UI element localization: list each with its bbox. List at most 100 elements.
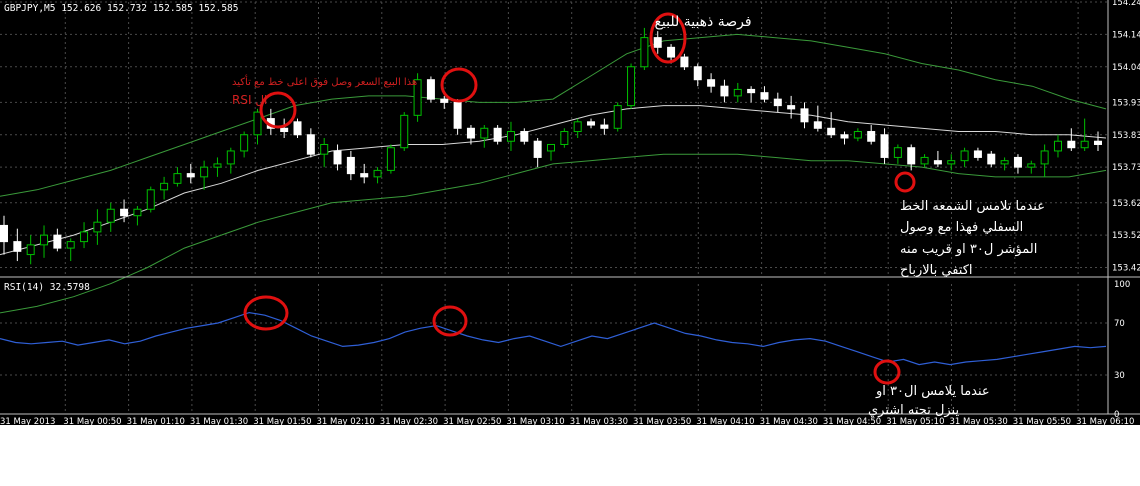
candle-body[interactable] xyxy=(707,79,716,87)
candle-body[interactable] xyxy=(867,131,876,142)
candle-body[interactable] xyxy=(506,131,515,142)
candle-body[interactable] xyxy=(133,208,142,217)
candle-body[interactable] xyxy=(160,182,169,191)
time-tick-label: 31 May 01:30 xyxy=(190,417,248,425)
candle-body[interactable] xyxy=(880,134,889,158)
candle-body[interactable] xyxy=(186,173,195,178)
candle-body[interactable] xyxy=(1080,140,1089,149)
candle-body[interactable] xyxy=(53,234,62,249)
candle-body[interactable] xyxy=(293,121,302,136)
price-tick-label: 153.62 xyxy=(1112,199,1140,209)
candle-body[interactable] xyxy=(373,169,382,178)
candle-body[interactable] xyxy=(520,131,529,142)
candle-body[interactable] xyxy=(760,92,769,100)
candle-body[interactable] xyxy=(640,37,649,68)
candle-body[interactable] xyxy=(1053,140,1062,152)
candle-body[interactable] xyxy=(280,127,289,133)
candle-body[interactable] xyxy=(973,150,982,158)
candle-body[interactable] xyxy=(13,241,22,252)
candle-body[interactable] xyxy=(120,208,129,217)
candle-body[interactable] xyxy=(667,46,676,58)
candle-body[interactable] xyxy=(827,127,836,136)
annotation-golden-sell: فرصة ذهبية للبيع xyxy=(654,14,751,30)
price-tick-label: 153.93 xyxy=(1112,98,1140,108)
annotation-red-note-2: RSI ال xyxy=(232,93,267,107)
candle-body[interactable] xyxy=(853,131,862,139)
candle-body[interactable] xyxy=(987,153,996,165)
candle-body[interactable] xyxy=(947,160,956,165)
candle-body[interactable] xyxy=(346,156,355,175)
time-tick-label: 31 May 03:10 xyxy=(506,417,564,425)
candle-body[interactable] xyxy=(1013,156,1022,168)
candle-body[interactable] xyxy=(533,140,542,158)
candle-body[interactable] xyxy=(480,127,489,139)
candle-body[interactable] xyxy=(173,173,182,184)
candle-body[interactable] xyxy=(893,147,902,158)
candle-body[interactable] xyxy=(813,121,822,129)
candle-body[interactable] xyxy=(800,108,809,123)
candle-body[interactable] xyxy=(1067,140,1076,149)
candle-body[interactable] xyxy=(66,241,75,249)
time-tick-label: 31 May 05:30 xyxy=(950,417,1008,425)
candle-body[interactable] xyxy=(93,221,102,233)
candle-body[interactable] xyxy=(253,111,262,136)
candle-body[interactable] xyxy=(1040,150,1049,165)
candle-body[interactable] xyxy=(627,66,636,107)
rsi-header: RSI(14) 32.5798 xyxy=(4,282,90,293)
candle-body[interactable] xyxy=(453,101,462,129)
candle-body[interactable] xyxy=(360,173,369,178)
candle-body[interactable] xyxy=(920,156,929,165)
candle-body[interactable] xyxy=(466,127,475,139)
candle-body[interactable] xyxy=(26,244,35,256)
candle-body[interactable] xyxy=(547,143,555,152)
candle-body[interactable] xyxy=(320,143,329,155)
candle-body[interactable] xyxy=(587,121,596,126)
candle-body[interactable] xyxy=(440,98,449,103)
annotation-rsi-2: ينزل تحته اشتري xyxy=(868,403,959,418)
candle-body[interactable] xyxy=(733,88,742,97)
candle-body[interactable] xyxy=(200,166,209,178)
candle-body[interactable] xyxy=(573,121,582,133)
candle-body[interactable] xyxy=(1094,140,1102,145)
candle-body[interactable] xyxy=(720,85,729,97)
candle-body[interactable] xyxy=(840,134,849,139)
time-tick-label: 31 May 04:10 xyxy=(696,417,754,425)
candle-body[interactable] xyxy=(933,160,942,165)
candle-body[interactable] xyxy=(1027,163,1036,168)
candle-body[interactable] xyxy=(747,88,756,94)
candle-body[interactable] xyxy=(560,131,569,145)
candle-body[interactable] xyxy=(226,150,235,165)
candle-body[interactable] xyxy=(400,114,409,149)
candle-body[interactable] xyxy=(493,127,502,142)
candle-body[interactable] xyxy=(213,163,222,168)
annotation-lower-band-1: عندما تلامس الشمعه الخط xyxy=(900,199,1045,214)
candle-body[interactable] xyxy=(787,105,796,110)
candle-body[interactable] xyxy=(0,224,8,243)
candle-body[interactable] xyxy=(40,234,49,246)
price-tick-label: 153.73 xyxy=(1112,163,1140,173)
price-tick-label: 153.42 xyxy=(1112,264,1140,274)
candle-body[interactable] xyxy=(613,105,622,129)
candle-body[interactable] xyxy=(106,208,115,223)
candle-body[interactable] xyxy=(693,66,702,81)
candle-body[interactable] xyxy=(773,98,782,107)
chart-svg[interactable]: 154.24 154.14 154.04 153.93 153.83 153.73 153.… xyxy=(0,0,1140,427)
chart-window: 154.24 154.14 154.04 153.93 153.83 153.73 153.… xyxy=(0,0,1140,427)
candle-body[interactable] xyxy=(600,124,609,129)
candle-body[interactable] xyxy=(907,147,916,165)
candle-body[interactable] xyxy=(1000,160,1009,165)
candle-body[interactable] xyxy=(333,150,342,165)
price-tick-label: 153.83 xyxy=(1112,131,1140,141)
candle-body[interactable] xyxy=(146,189,155,210)
candle-body[interactable] xyxy=(653,37,662,48)
candle-body[interactable] xyxy=(426,79,435,100)
time-tick-label: 31 May 04:30 xyxy=(760,417,818,425)
candle-body[interactable] xyxy=(240,134,249,152)
candle-body[interactable] xyxy=(386,147,395,171)
candle-body[interactable] xyxy=(306,134,315,155)
candle-body[interactable] xyxy=(80,231,89,243)
candle-body[interactable] xyxy=(960,150,969,162)
annotation-rsi-1: عندما يلامس ال٣٠ او xyxy=(875,384,990,399)
time-tick-label: 31 May 05:10 xyxy=(886,417,944,425)
candle-body[interactable] xyxy=(680,56,689,68)
